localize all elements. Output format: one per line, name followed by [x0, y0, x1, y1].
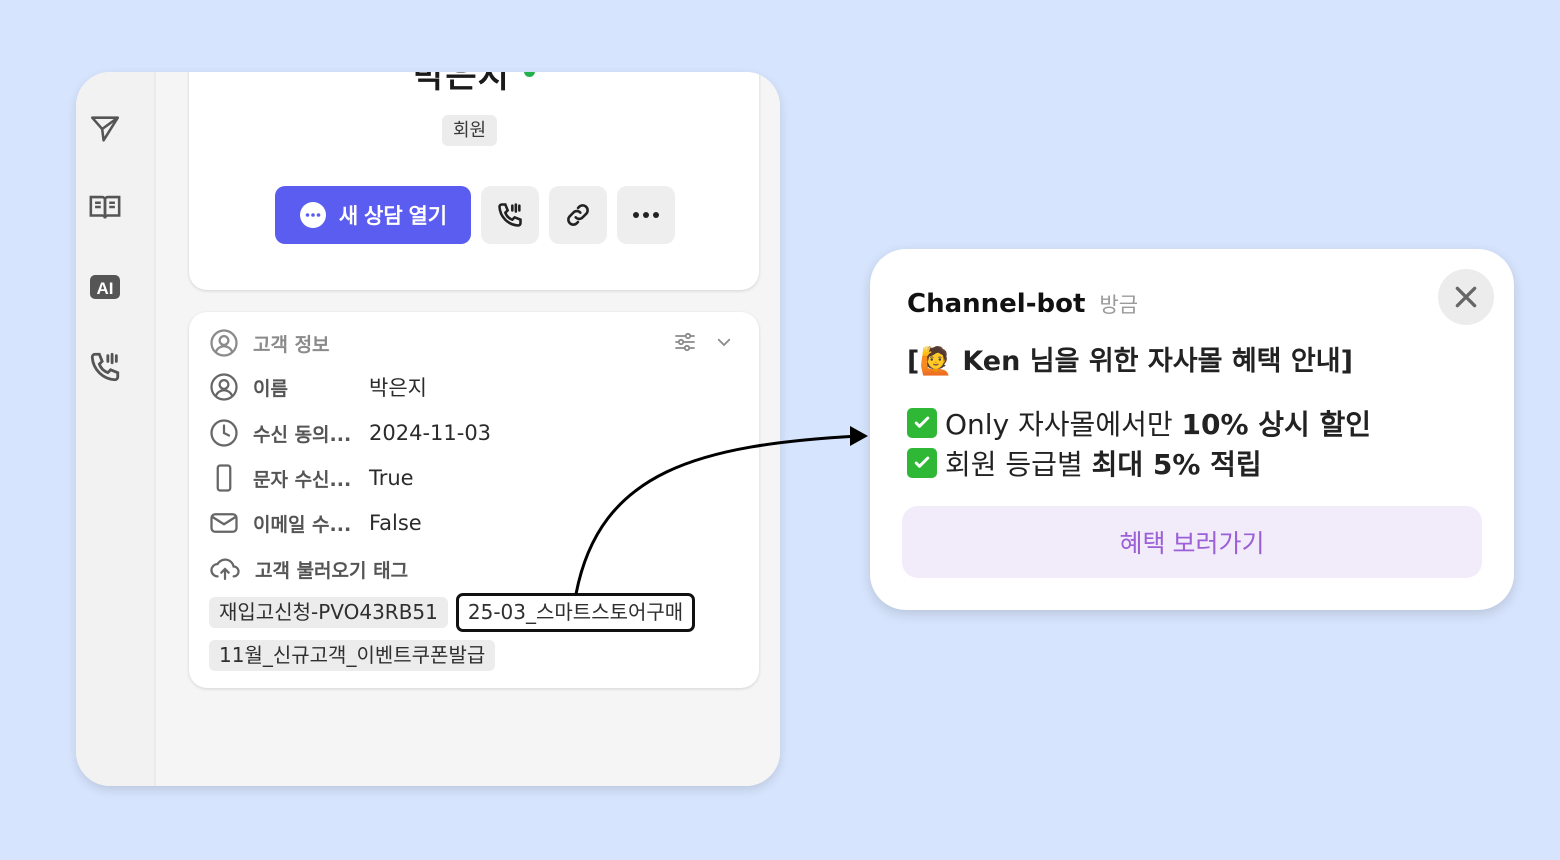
tag-header-label: 고객 불러오기 태그 — [255, 559, 409, 582]
phone-icon — [209, 463, 239, 493]
customer-info-title: 고객 정보 — [253, 333, 330, 356]
link-button[interactable] — [549, 186, 607, 244]
more-button[interactable] — [617, 186, 675, 244]
profile-actions: 새 상담 열기 — [275, 186, 675, 244]
message-popup: Channel-bot 방금 [🙋 Ken 님을 위한 자사몰 혜택 안내] On… — [870, 249, 1514, 610]
chevron-down-icon[interactable] — [715, 333, 733, 351]
tag-item[interactable]: 11월_신규고객_이벤트쿠폰발급 — [209, 640, 496, 671]
tag-item[interactable]: 재입고신청-PVO43RB51 — [209, 597, 448, 628]
phone-call-icon[interactable] — [88, 350, 122, 384]
popup-time: 방금 — [1099, 293, 1139, 317]
tag-list: 재입고신청-PVO43RB51 25-03_스마트스토어구매 11월_신규고객_… — [209, 593, 739, 671]
app-window: AI 박은지 회원 새 상담 열기 고객 정보 이름 박은지 수신 동의... … — [76, 72, 780, 786]
customer-info-card: 고객 정보 이름 박은지 수신 동의... 2024-11-03 문자 수신..… — [189, 312, 759, 688]
new-chat-button[interactable]: 새 상담 열기 — [275, 186, 471, 244]
clock-icon — [209, 418, 239, 448]
info-label: 수신 동의... — [253, 423, 352, 446]
popup-line-prefix: Only 자사몰에서만 — [945, 408, 1182, 441]
online-status-dot — [523, 72, 535, 77]
popup-title: [🙋 Ken 님을 위한 자사몰 혜택 안내] — [907, 346, 1353, 377]
customer-info-header: 고객 정보 — [209, 328, 330, 358]
send-icon[interactable] — [88, 112, 122, 146]
profile-name-row: 박은지 — [189, 72, 759, 97]
info-label: 이름 — [253, 377, 288, 400]
call-button[interactable] — [481, 186, 539, 244]
benefit-cta-button[interactable]: 혜택 보러가기 — [902, 506, 1482, 578]
profile-card: 박은지 회원 새 상담 열기 — [189, 72, 759, 290]
phone-call-icon — [498, 203, 522, 227]
svg-text:AI: AI — [97, 279, 114, 298]
book-icon[interactable] — [88, 190, 122, 224]
info-value: False — [369, 511, 422, 535]
popup-sender-row: Channel-bot 방금 — [907, 289, 1138, 319]
member-badge: 회원 — [442, 115, 498, 146]
popup-line-points: 회원 등급별 최대 5% 적립 — [907, 443, 1262, 483]
info-value: True — [369, 466, 414, 490]
info-row-sms: 문자 수신... True — [209, 463, 414, 493]
main-panel: 박은지 회원 새 상담 열기 고객 정보 이름 박은지 수신 동의... 202… — [158, 72, 780, 786]
popup-line-text: 회원 등급별 최대 5% 적립 — [945, 443, 1262, 483]
info-row-name: 이름 박은지 — [209, 372, 427, 402]
link-icon — [567, 204, 589, 226]
info-value: 박은지 — [369, 376, 427, 400]
more-dots-icon — [633, 212, 659, 218]
ai-icon[interactable]: AI — [88, 270, 122, 304]
popup-line-discount: Only 자사몰에서만 10% 상시 할인 — [907, 403, 1371, 443]
popup-sender: Channel-bot — [907, 289, 1086, 319]
person-icon — [210, 329, 238, 357]
info-row-email: 이메일 수... False — [209, 508, 422, 538]
profile-name: 박은지 — [413, 72, 510, 96]
cloud-upload-icon — [210, 558, 240, 580]
close-button[interactable] — [1438, 269, 1494, 325]
sidebar-rail: AI — [76, 72, 156, 786]
check-mark-icon — [907, 448, 937, 478]
new-chat-label: 새 상담 열기 — [338, 205, 448, 228]
popup-line-text: Only 자사몰에서만 10% 상시 할인 — [945, 403, 1371, 443]
tag-header: 고객 불러오기 태그 — [209, 554, 408, 584]
popup-line-prefix: 회원 등급별 — [945, 448, 1092, 481]
info-label: 이메일 수... — [253, 513, 352, 536]
info-row-consent: 수신 동의... 2024-11-03 — [209, 418, 491, 448]
info-value: 2024-11-03 — [369, 421, 492, 445]
close-icon — [1455, 286, 1477, 308]
check-mark-icon — [907, 408, 937, 438]
popup-line-highlight: 10% 상시 할인 — [1181, 408, 1372, 441]
info-tools — [673, 330, 733, 354]
mail-icon — [209, 508, 239, 538]
person-icon — [209, 372, 239, 402]
settings-sliders-icon[interactable] — [673, 330, 697, 354]
chat-bubble-icon — [299, 202, 326, 228]
popup-line-highlight: 최대 5% 적립 — [1091, 448, 1262, 481]
tag-item-highlighted[interactable]: 25-03_스마트스토어구매 — [455, 593, 696, 632]
info-label: 문자 수신... — [253, 468, 352, 491]
